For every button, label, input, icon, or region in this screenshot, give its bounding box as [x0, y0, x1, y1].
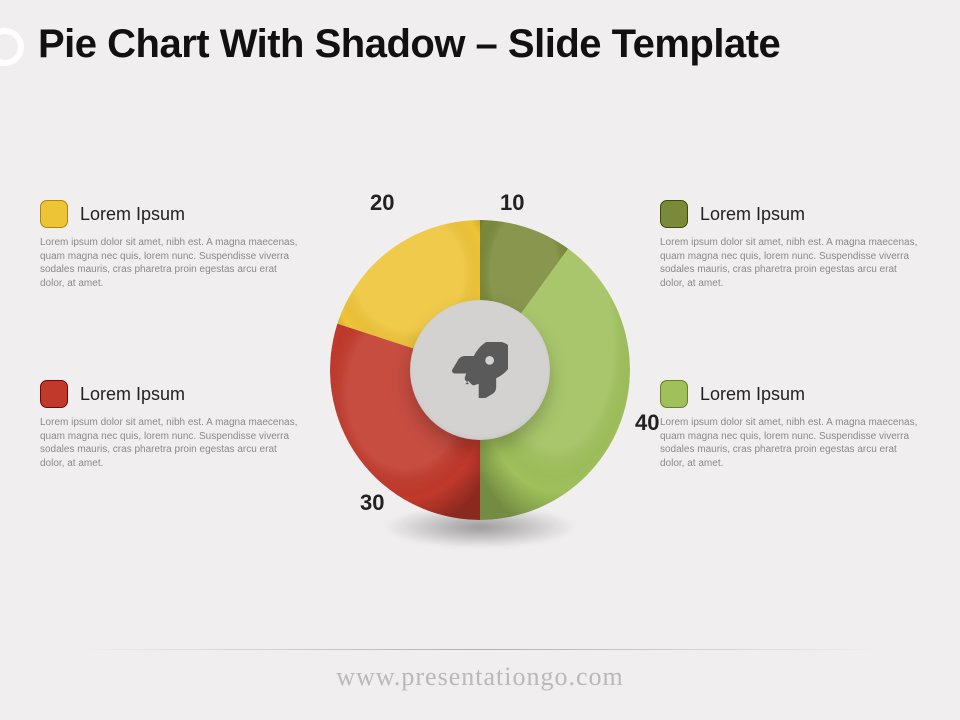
legend-item-yellow: Lorem Ipsum Lorem ipsum dolor sit amet, … — [40, 200, 300, 290]
rocket-icon — [452, 342, 508, 398]
footer-url: www.presentationgo.com — [0, 662, 960, 692]
swatch-icon — [660, 200, 688, 228]
data-label-20: 20 — [370, 190, 394, 216]
legend-title: Lorem Ipsum — [700, 204, 805, 225]
swatch-icon — [660, 380, 688, 408]
legend-body: Lorem ipsum dolor sit amet, nibh est. A … — [660, 416, 920, 470]
data-label-10: 10 — [500, 190, 524, 216]
pie-chart: 10 20 30 40 — [330, 220, 630, 520]
legend-body: Lorem ipsum dolor sit amet, nibh est. A … — [660, 236, 920, 290]
data-label-40: 40 — [635, 410, 659, 436]
swatch-icon — [40, 200, 68, 228]
slide-header: Pie Chart With Shadow – Slide Template — [0, 22, 960, 66]
legend-body: Lorem ipsum dolor sit amet, nibh est. A … — [40, 236, 300, 290]
data-label-30: 30 — [360, 490, 384, 516]
footer-divider — [80, 649, 880, 650]
pie-center — [410, 300, 550, 440]
legend-title: Lorem Ipsum — [700, 384, 805, 405]
legend-item-olive: Lorem Ipsum Lorem ipsum dolor sit amet, … — [660, 200, 920, 290]
slide-title: Pie Chart With Shadow – Slide Template — [38, 22, 780, 66]
legend-body: Lorem ipsum dolor sit amet, nibh est. A … — [40, 416, 300, 470]
legend-title: Lorem Ipsum — [80, 384, 185, 405]
legend-title: Lorem Ipsum — [80, 204, 185, 225]
decor-ring-icon — [0, 28, 24, 66]
swatch-icon — [40, 380, 68, 408]
legend-item-green: Lorem Ipsum Lorem ipsum dolor sit amet, … — [660, 380, 920, 470]
legend-item-red: Lorem Ipsum Lorem ipsum dolor sit amet, … — [40, 380, 300, 470]
